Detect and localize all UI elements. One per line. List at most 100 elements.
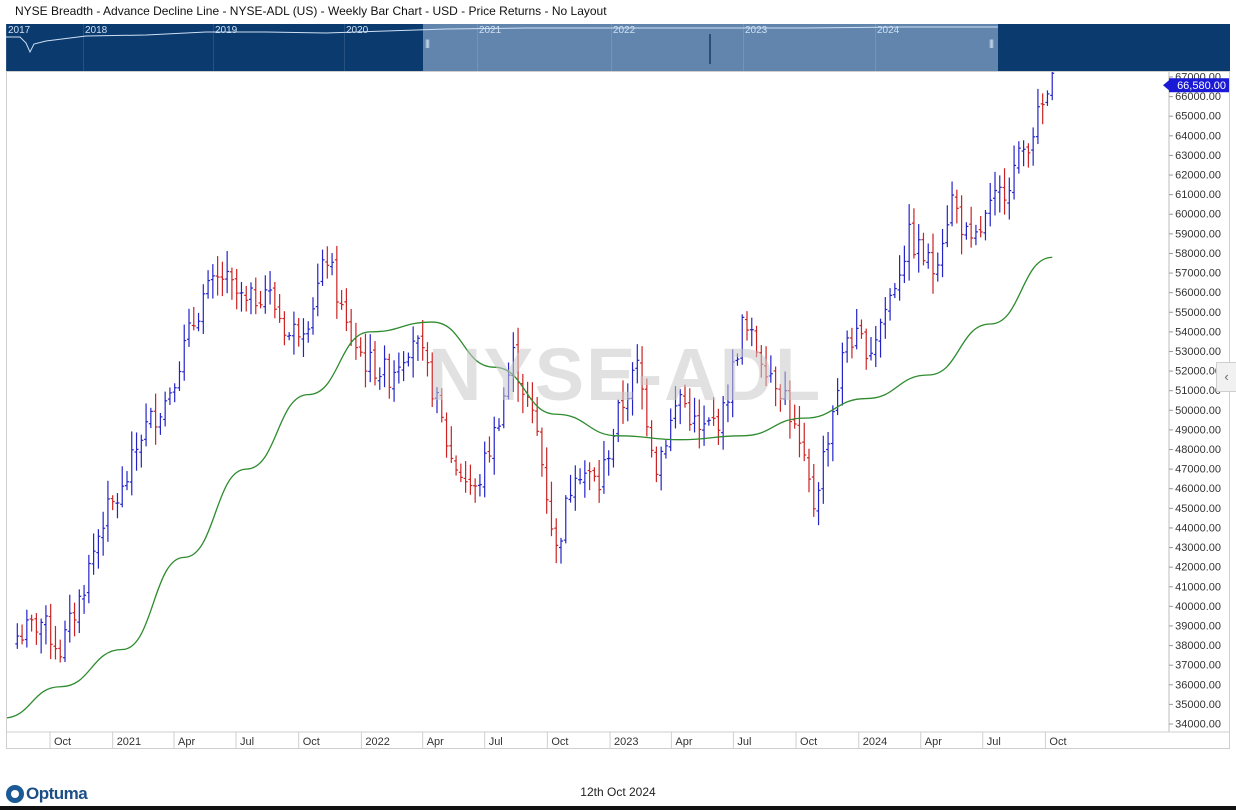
price-bar (301, 318, 306, 357)
price-bar (325, 246, 330, 279)
side-panel-toggle[interactable]: ‹ (1216, 362, 1236, 392)
price-bar (101, 511, 106, 556)
price-bar (663, 440, 668, 459)
navigator-year-divider (875, 24, 876, 71)
price-bar (911, 208, 916, 259)
price-bar (268, 271, 273, 305)
price-bar (15, 623, 20, 649)
x-tick-label: Jul (489, 736, 503, 748)
price-bar (368, 334, 373, 383)
price-bar (1050, 72, 1055, 101)
price-bar (20, 624, 25, 645)
price-bar (997, 175, 1002, 213)
price-bar (811, 464, 816, 517)
price-bar (187, 308, 191, 347)
y-tick-label: 35000.00 (1175, 699, 1221, 711)
price-bar (358, 337, 363, 357)
x-tick-label: Jul (987, 736, 1001, 748)
time-navigator[interactable]: ||| ||| 2017 2018 2019 2020 2021 2022 2023 2024 (6, 24, 1230, 71)
price-bar (315, 263, 320, 317)
navigator-year-divider (743, 24, 744, 71)
price-bar (568, 474, 573, 503)
price-bars (15, 72, 1055, 663)
price-bar (802, 422, 807, 462)
price-bar (582, 460, 587, 498)
y-tick-label: 47000.00 (1175, 464, 1221, 476)
price-bar (725, 384, 730, 423)
price-bar (29, 614, 34, 632)
price-bar (768, 355, 773, 383)
price-bar (277, 293, 282, 323)
price-bar (287, 332, 292, 341)
price-bar (878, 318, 883, 358)
price-bar (43, 605, 48, 645)
y-tick-label: 41000.00 (1175, 581, 1221, 593)
price-bar (353, 322, 358, 360)
price-bar (783, 371, 788, 405)
price-bar (86, 554, 91, 604)
price-bar (759, 345, 764, 378)
price-chart[interactable]: 67000.0066000.0065000.0064000.0063000.00… (7, 72, 1229, 748)
price-bar (249, 282, 253, 315)
y-tick-label: 59000.00 (1175, 228, 1221, 240)
x-tick-label: Apr (178, 736, 195, 748)
price-bar (902, 245, 907, 283)
price-bar (835, 378, 840, 416)
navigator-year-divider (477, 24, 478, 71)
price-bar (873, 325, 878, 368)
price-bar (964, 222, 969, 240)
price-bar (201, 284, 206, 335)
x-tick-label: 2022 (365, 736, 389, 748)
price-bar (425, 342, 430, 377)
price-bar (630, 362, 635, 416)
chevron-left-icon[interactable]: ‹ (1224, 369, 1228, 384)
price-bar (983, 209, 988, 241)
price-bar (139, 434, 144, 468)
chart-area[interactable]: 67000.00 66000.00 65000.00 64000.00 63000.00… (6, 71, 1230, 749)
price-bar (105, 480, 110, 542)
price-bar (883, 296, 888, 339)
price-bar (454, 455, 459, 476)
price-bar (506, 362, 511, 400)
x-tick-label: Apr (675, 736, 692, 748)
y-tick-label: 64000.00 (1175, 130, 1221, 142)
price-bar (439, 388, 444, 423)
y-tick-label: 60000.00 (1175, 209, 1221, 221)
price-bar (826, 432, 831, 467)
price-bar (644, 378, 649, 437)
price-bar (993, 171, 997, 216)
price-bar (649, 420, 654, 458)
price-bar (177, 361, 182, 391)
price-bar (601, 441, 606, 494)
price-bar (563, 495, 568, 544)
price-bar (244, 285, 249, 312)
price-bar (497, 418, 501, 432)
price-bar (916, 224, 921, 273)
price-bar (745, 311, 749, 341)
price-bar (1026, 143, 1031, 168)
navigator-sparkline-path (6, 26, 998, 54)
price-bar (773, 366, 778, 407)
price-bar (721, 396, 726, 450)
price-bar (969, 206, 974, 248)
price-bar (115, 493, 120, 519)
price-bar (1035, 88, 1040, 145)
y-tick-label: 65000.00 (1175, 111, 1221, 123)
price-bar (821, 435, 826, 504)
navigator-year-label: 2017 (8, 25, 31, 36)
price-bar (196, 312, 201, 332)
price-bar (840, 342, 845, 406)
y-tick-label: 49000.00 (1175, 424, 1221, 436)
price-bar (611, 428, 616, 468)
price-bar (163, 391, 168, 427)
price-bar (473, 478, 478, 503)
price-bar (306, 321, 311, 343)
navigator-year-label: 2022 (613, 25, 636, 36)
price-bar (373, 341, 377, 386)
y-tick-label: 50000.00 (1175, 405, 1221, 417)
price-bar (554, 518, 559, 564)
price-bar (215, 256, 220, 296)
price-bar (606, 450, 611, 476)
price-bar (907, 204, 912, 281)
navigator-year-divider (611, 24, 612, 71)
